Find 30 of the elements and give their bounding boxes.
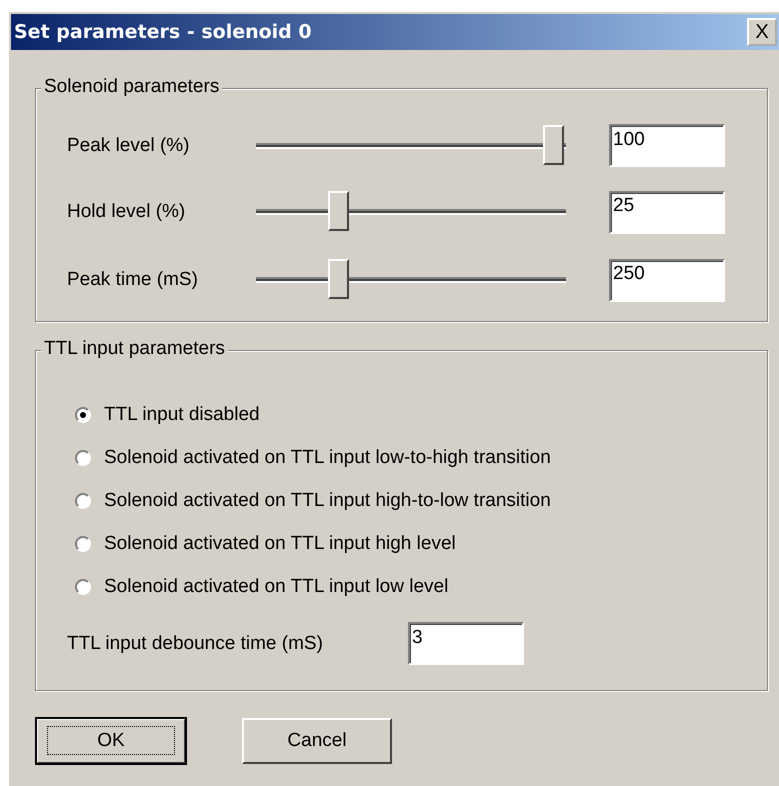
field-label: Peak time (mS) (67, 269, 199, 291)
close-button[interactable]: X (747, 18, 777, 46)
group-title: Solenoid parameters (41, 76, 222, 98)
radio-label[interactable]: Solenoid activated on TTL input high level (104, 532, 456, 554)
radio-button[interactable] (75, 536, 91, 552)
ok-button[interactable]: OK (36, 718, 186, 764)
group-title: TTL input parameters (41, 338, 228, 360)
radio-button[interactable] (75, 578, 91, 594)
radio-label[interactable]: Solenoid activated on TTL input high-to-low transition (104, 490, 551, 512)
slider[interactable] (256, 191, 566, 233)
slider[interactable] (256, 124, 566, 166)
window-title: Set parameters - solenoid 0 (13, 21, 312, 43)
radio-button[interactable] (75, 406, 91, 422)
slider[interactable] (256, 259, 566, 301)
field-label: TTL input debounce time (mS) (67, 632, 324, 654)
radio-label[interactable]: Solenoid activated on TTL input low level (104, 576, 448, 598)
radio-button[interactable] (75, 450, 91, 466)
input-field[interactable]: 3 (408, 622, 524, 665)
slider-thumb[interactable] (543, 124, 564, 164)
input-field[interactable]: 250 (609, 258, 725, 302)
slider-thumb[interactable] (328, 259, 349, 299)
radio-button[interactable] (75, 492, 91, 508)
field-label: Peak level (%) (67, 134, 190, 156)
input-field[interactable]: 25 (609, 190, 725, 234)
radio-label[interactable]: Solenoid activated on TTL input low-to-high transition (104, 446, 551, 468)
field-label: Hold level (%) (67, 201, 186, 223)
input-field[interactable]: 100 (609, 124, 725, 167)
slider-thumb[interactable] (328, 191, 349, 231)
radio-label[interactable]: TTL input disabled (104, 404, 260, 426)
cancel-button[interactable]: Cancel (242, 718, 392, 764)
